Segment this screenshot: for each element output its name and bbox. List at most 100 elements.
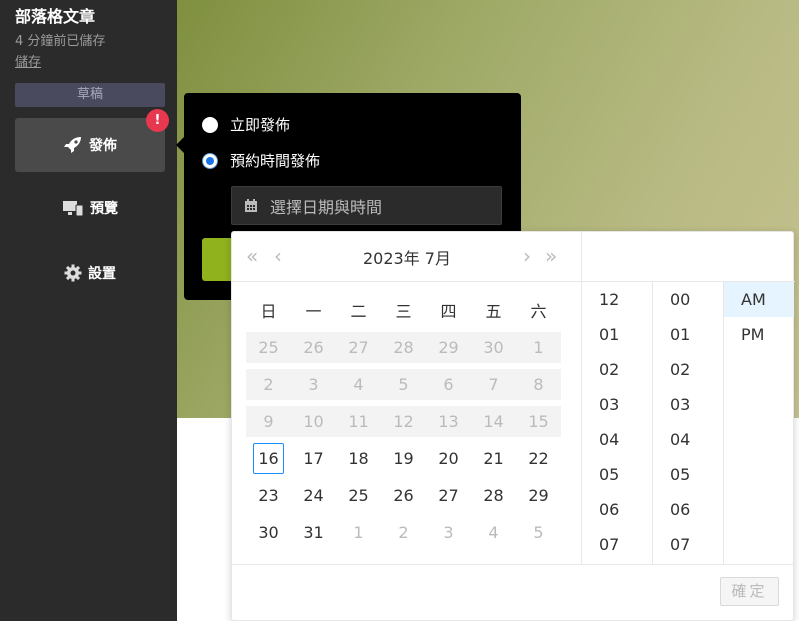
calendar-day: 3 (291, 369, 336, 400)
calendar-day[interactable]: 5 (516, 517, 561, 548)
calendar-day: 8 (516, 369, 561, 400)
calendar-day-today[interactable]: 16 (246, 443, 291, 474)
month-year-title[interactable]: 2023年 7月 (332, 245, 482, 269)
minute-option[interactable]: 06 (653, 492, 723, 527)
minute-option[interactable]: 07 (653, 527, 723, 562)
publish-now-option[interactable]: 立即發佈 (202, 114, 290, 135)
calendar-day-label: 21 (483, 449, 504, 468)
hour-option[interactable]: 04 (582, 422, 652, 457)
calendar-day-label: 2 (263, 375, 274, 394)
next-year-button[interactable]: » (545, 244, 557, 268)
calendar-day[interactable]: 31 (291, 517, 336, 548)
calendar-day[interactable]: 28 (471, 480, 516, 511)
rocket-icon (63, 136, 83, 154)
calendar-week: 23 24 25 26 27 28 29 (246, 480, 561, 511)
date-time-input[interactable]: 選擇日期與時間 (231, 186, 502, 225)
weekday-label: 二 (350, 302, 367, 321)
schedule-label: 預約時間發佈 (230, 152, 321, 170)
prev-month-button[interactable]: ‹ (274, 244, 282, 268)
calendar-day-label: 6 (443, 375, 454, 394)
calendar-day[interactable]: 22 (516, 443, 561, 474)
calendar-day-label: 2 (398, 523, 409, 542)
monitor-icon (62, 200, 84, 217)
hour-option[interactable]: 01 (582, 317, 652, 352)
weekday-label: 四 (440, 302, 457, 321)
publish-now-label: 立即發佈 (230, 116, 291, 134)
calendar-day[interactable]: 17 (291, 443, 336, 474)
sidebar-item-publish[interactable]: 發佈 (15, 118, 165, 172)
calendar-day[interactable]: 21 (471, 443, 516, 474)
calendar-day-label: 26 (303, 338, 324, 357)
hour-option[interactable]: 02 (582, 352, 652, 387)
minute-option[interactable]: 04 (653, 422, 723, 457)
calendar-day[interactable]: 25 (336, 480, 381, 511)
minute-option[interactable]: 01 (653, 317, 723, 352)
sidebar-item-preview[interactable]: 預覽 (15, 181, 165, 235)
hour-option[interactable]: 03 (582, 387, 652, 422)
calendar-day: 7 (471, 369, 516, 400)
ok-button[interactable]: 確定 (720, 577, 779, 606)
calendar-day[interactable]: 20 (426, 443, 471, 474)
draft-badge: 草稿 (15, 83, 165, 107)
calendar-day[interactable]: 4 (471, 517, 516, 548)
minute-option[interactable]: 00 (653, 282, 723, 317)
calendar-day[interactable]: 27 (426, 480, 471, 511)
minute-option[interactable]: 03 (653, 387, 723, 422)
radio-publish-now[interactable] (202, 116, 218, 133)
calendar-day[interactable]: 3 (426, 517, 471, 548)
schedule-option[interactable]: 預約時間發佈 (202, 150, 320, 171)
ampm-option[interactable]: PM (724, 317, 794, 352)
calendar-day: 13 (426, 406, 471, 437)
prev-year-button[interactable]: « (246, 244, 258, 268)
hour-option[interactable]: 07 (582, 527, 652, 562)
calendar-day-label: 29 (438, 338, 459, 357)
calendar-day: 5 (381, 369, 426, 400)
document-title: 部落格文章 (15, 7, 96, 26)
minute-option[interactable]: 02 (653, 352, 723, 387)
radio-schedule[interactable] (202, 152, 218, 169)
calendar-day[interactable]: 26 (381, 480, 426, 511)
calendar-day-label: 24 (303, 486, 324, 505)
calendar-day-label: 28 (483, 486, 504, 505)
sidebar-item-label: 發佈 (89, 138, 117, 154)
calendar-day[interactable]: 1 (336, 517, 381, 548)
alert-badge: ! (146, 109, 169, 132)
sidebar-item-label: 設置 (88, 266, 116, 282)
sidebar: 部落格文章 4 分鐘前已儲存 儲存 草稿 發佈 ! 預覽 設置 (0, 0, 177, 621)
date-time-placeholder: 選擇日期與時間 (270, 197, 383, 217)
weekday-label: 一 (305, 302, 322, 321)
calendar-day-label: 5 (398, 375, 409, 394)
calendar-day-label: 7 (488, 375, 499, 394)
calendar-day-label: 5 (533, 523, 544, 542)
calendar-day[interactable]: 24 (291, 480, 336, 511)
calendar-week: 25 26 27 28 29 30 1 (246, 332, 561, 363)
calendar-day: 29 (426, 332, 471, 363)
sidebar-item-settings[interactable]: 設置 (15, 246, 165, 300)
hour-option[interactable]: 06 (582, 492, 652, 527)
calendar-day-label: 27 (438, 486, 459, 505)
calendar-day[interactable]: 19 (381, 443, 426, 474)
ampm-option[interactable]: AM (724, 282, 794, 317)
calendar-day: 27 (336, 332, 381, 363)
calendar-day: 2 (246, 369, 291, 400)
calendar-day-label: 4 (353, 375, 364, 394)
calendar-day[interactable]: 18 (336, 443, 381, 474)
minute-option[interactable]: 05 (653, 457, 723, 492)
weekday-label: 六 (530, 302, 547, 321)
calendar-day[interactable]: 29 (516, 480, 561, 511)
calendar-day-label: 20 (438, 449, 459, 468)
calendar-day-label: 11 (348, 412, 369, 431)
calendar-day[interactable]: 30 (246, 517, 291, 548)
calendar-day[interactable]: 2 (381, 517, 426, 548)
weekday-label: 五 (485, 302, 502, 321)
weekday-label: 日 (260, 302, 277, 321)
hour-option[interactable]: 05 (582, 457, 652, 492)
calendar-grid: 25 26 27 28 29 30 1 2 3 4 5 6 7 8 9 10 11 12 13 14 15 16 17 18 1… (246, 332, 561, 554)
next-month-button[interactable]: › (523, 244, 531, 268)
calendar-day: 14 (471, 406, 516, 437)
calendar-day-label: 3 (308, 375, 319, 394)
calendar-day-label: 29 (528, 486, 549, 505)
hour-option[interactable]: 12 (582, 282, 652, 317)
calendar-day[interactable]: 23 (246, 480, 291, 511)
save-link[interactable]: 儲存 (15, 51, 41, 70)
